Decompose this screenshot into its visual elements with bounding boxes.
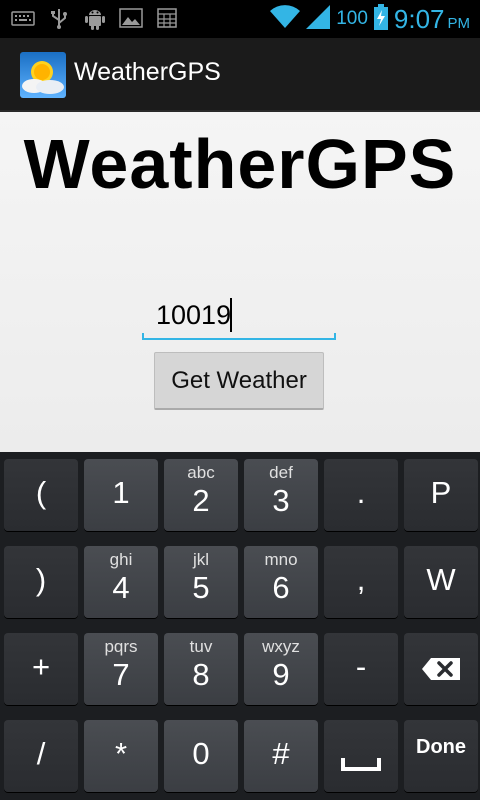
key-letters: tuv bbox=[189, 637, 213, 656]
key-label: 6 bbox=[272, 570, 290, 605]
backspace-icon bbox=[421, 657, 461, 685]
key-label: . bbox=[356, 475, 366, 510]
keyboard-key[interactable]: W bbox=[404, 546, 478, 618]
action-bar: WeatherGPS bbox=[0, 38, 480, 112]
key-backspace[interactable] bbox=[404, 633, 478, 705]
keyboard-key[interactable]: 0 bbox=[164, 720, 238, 792]
image-icon bbox=[118, 6, 144, 30]
key-label: 9 bbox=[272, 657, 290, 692]
wifi-icon bbox=[270, 5, 301, 33]
key-label: 3 bbox=[272, 483, 290, 518]
keyboard-key[interactable]: # bbox=[244, 720, 318, 792]
input-underline-tick bbox=[334, 333, 336, 340]
key-label: - bbox=[355, 649, 367, 684]
keyboard-key[interactable]: 1 bbox=[84, 459, 158, 531]
keyboard-key[interactable]: . bbox=[324, 459, 398, 531]
keyboard-icon bbox=[10, 6, 36, 30]
signal-icon bbox=[306, 5, 331, 33]
battery-charging-icon bbox=[373, 4, 388, 34]
system-status: 100 9:07 PM bbox=[270, 4, 470, 34]
key-label: 5 bbox=[192, 570, 210, 605]
keyboard-key[interactable]: P bbox=[404, 459, 478, 531]
key-label: 2 bbox=[192, 483, 210, 518]
notification-icons bbox=[10, 6, 180, 30]
zip-code-input[interactable]: 10019 bbox=[142, 296, 336, 340]
keyboard-key[interactable]: * bbox=[84, 720, 158, 792]
key-label: 1 bbox=[112, 475, 130, 510]
text-caret bbox=[230, 298, 232, 332]
keyboard-key[interactable]: - bbox=[324, 633, 398, 705]
key-letters: ghi bbox=[109, 550, 133, 569]
key-label: 0 bbox=[192, 736, 210, 771]
key-label: 8 bbox=[192, 657, 210, 692]
main-content: WeatherGPS 10019 Get Weather bbox=[0, 112, 480, 452]
key-space[interactable] bbox=[324, 720, 398, 792]
key-letters: abc bbox=[187, 463, 215, 482]
key-label: Done bbox=[416, 736, 466, 758]
key-label: W bbox=[426, 562, 456, 597]
keyboard-key[interactable]: def 3 bbox=[244, 459, 318, 531]
key-label: # bbox=[272, 736, 290, 771]
keyboard-key[interactable]: mno 6 bbox=[244, 546, 318, 618]
key-letters: wxyz bbox=[262, 637, 300, 656]
key-label: / bbox=[36, 736, 46, 771]
battery-level: 100 bbox=[336, 8, 368, 29]
weather-app-icon[interactable] bbox=[20, 52, 66, 98]
key-label: * bbox=[114, 736, 128, 771]
key-label: 7 bbox=[112, 657, 130, 692]
key-label: + bbox=[31, 649, 51, 684]
calendar-icon bbox=[154, 6, 180, 30]
key-letters: mno bbox=[264, 550, 298, 569]
key-letters: def bbox=[269, 463, 293, 482]
keyboard-key[interactable]: tuv 8 bbox=[164, 633, 238, 705]
numeric-keyboard: (1 abc 2 def 3. P) ghi 4 jkl 5 mno 6, W + pqrs 7 tuv 8 wxy… bbox=[0, 452, 480, 800]
key-label: 4 bbox=[112, 570, 130, 605]
get-weather-button[interactable]: Get Weather bbox=[154, 352, 324, 410]
app-title: WeatherGPS bbox=[74, 58, 221, 86]
input-underline-tick bbox=[142, 333, 144, 340]
keyboard-key[interactable]: , bbox=[324, 546, 398, 618]
keyboard-key[interactable]: ( bbox=[4, 459, 78, 531]
key-letters: jkl bbox=[192, 550, 210, 569]
android-debug-icon bbox=[82, 6, 108, 30]
key-label: ( bbox=[35, 475, 47, 510]
zip-code-value: 10019 bbox=[156, 300, 232, 330]
key-letters: pqrs bbox=[104, 637, 138, 656]
page-title: WeatherGPS bbox=[23, 125, 457, 203]
clock-ampm: PM bbox=[447, 14, 471, 32]
key-done[interactable]: Done bbox=[404, 720, 478, 792]
keyboard-key[interactable]: + bbox=[4, 633, 78, 705]
keyboard-key[interactable]: wxyz 9 bbox=[244, 633, 318, 705]
key-label: ) bbox=[35, 562, 47, 597]
keyboard-key[interactable]: pqrs 7 bbox=[84, 633, 158, 705]
space-icon bbox=[341, 756, 381, 775]
key-label: , bbox=[356, 562, 366, 597]
keyboard-key[interactable]: jkl 5 bbox=[164, 546, 238, 618]
keyboard-key[interactable]: abc 2 bbox=[164, 459, 238, 531]
clock: 9:07 PM bbox=[394, 4, 470, 35]
keyboard-key[interactable]: ghi 4 bbox=[84, 546, 158, 618]
status-bar: 100 9:07 PM bbox=[0, 0, 480, 38]
key-label: P bbox=[430, 475, 452, 510]
input-underline bbox=[142, 338, 336, 340]
clock-time: 9:07 bbox=[393, 3, 445, 34]
usb-icon bbox=[46, 6, 72, 30]
keyboard-key[interactable]: / bbox=[4, 720, 78, 792]
keyboard-key[interactable]: ) bbox=[4, 546, 78, 618]
